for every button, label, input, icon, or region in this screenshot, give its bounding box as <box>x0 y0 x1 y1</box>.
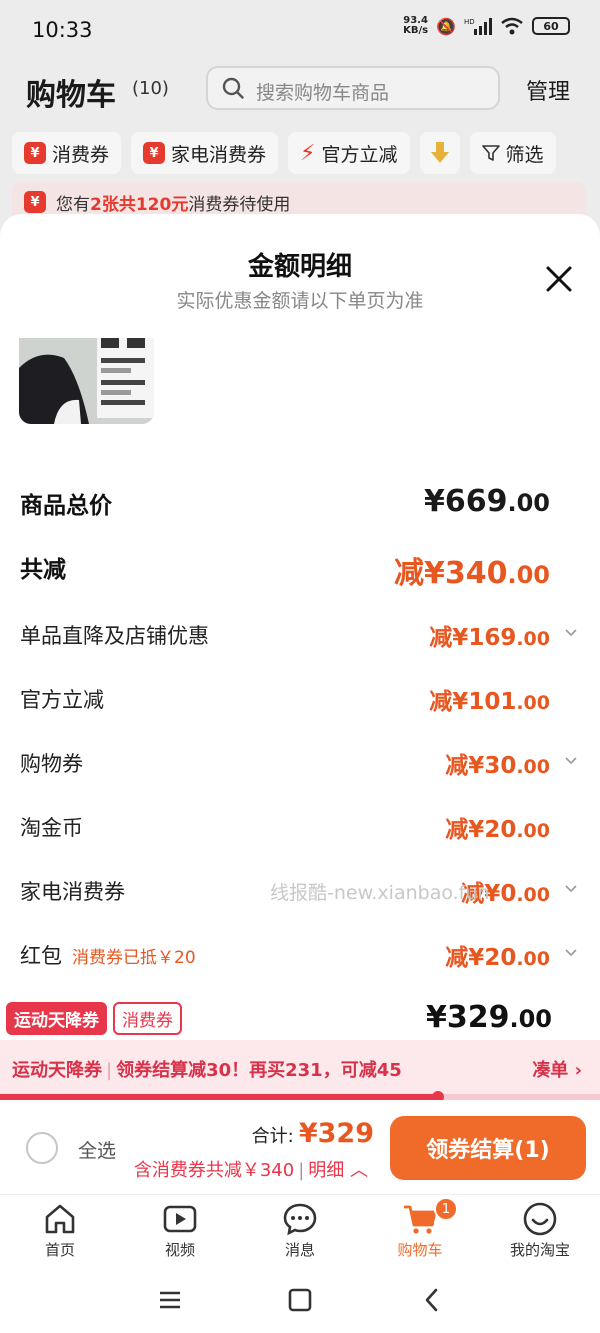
sheet-title: 金额明细 <box>247 252 352 282</box>
search-icon <box>222 77 244 99</box>
status-bar: 10:33 93.4 KB/s 🔕 HD 60 <box>0 0 600 60</box>
checkout-button[interactable]: 领券结算(1) <box>390 1116 586 1180</box>
filter-chip-more[interactable] <box>419 132 460 174</box>
status-icons: 93.4 KB/s 🔕 HD 60 <box>403 16 570 36</box>
amount-detail-sheet: 金额明细 实际优惠金额请以下单页为准 商品总价 ¥669.00 共减 减¥340… <box>0 214 600 1084</box>
checkout-bar: 全选 合计: ¥329 含消费券共减￥340 | 明细 ︿ 领券结算(1) <box>0 1100 600 1194</box>
yen-icon: ¥ <box>24 191 46 213</box>
tab-profile[interactable]: 我的淘宝 <box>480 1195 600 1267</box>
close-icon[interactable] <box>544 264 574 294</box>
cart-icon <box>404 1205 437 1234</box>
signal-icon: HD <box>464 18 492 35</box>
add-on-link[interactable]: 凑单 › <box>532 1056 582 1082</box>
red-packet-note: 消费券已抵￥20 <box>72 948 196 968</box>
promo-tag-sport: 运动天降券 <box>6 1002 107 1035</box>
filter-chip-appliance-coupon[interactable]: ¥ 家电消费券 <box>131 132 279 174</box>
sum-detail[interactable]: 含消费券共减￥340 | 明细 ︿ <box>134 1156 368 1182</box>
row-shopping-coupon[interactable]: 购物券 减¥30.00 <box>20 742 580 782</box>
watermark: 线报酷-new.xianbao.fun <box>270 882 490 904</box>
cart-header: 购物车 (10) 搜索购物车商品 管理 <box>0 62 600 118</box>
home-square-icon[interactable] <box>286 1286 314 1314</box>
select-all-checkbox[interactable] <box>26 1132 58 1164</box>
cart-badge: 1 <box>434 1197 458 1221</box>
search-placeholder: 搜索购物车商品 <box>256 82 390 104</box>
arrow-down-icon <box>430 142 449 163</box>
video-icon <box>163 1205 197 1233</box>
funnel-icon <box>481 145 500 161</box>
row-red-packet[interactable]: 红包 消费券已抵￥20 减¥20.00 <box>20 934 580 974</box>
tab-video[interactable]: 视频 <box>120 1195 240 1267</box>
profile-icon <box>523 1202 557 1236</box>
manage-button[interactable]: 管理 <box>526 74 570 106</box>
message-icon <box>283 1203 317 1236</box>
filter-button[interactable]: 筛选 <box>469 132 556 174</box>
cart-count: (10) <box>132 78 169 99</box>
page-title: 购物车 <box>26 78 116 113</box>
svg-text:HD: HD <box>464 18 475 26</box>
chevron-down-icon[interactable] <box>564 946 578 960</box>
filter-chips: ¥ 消费券 ¥ 家电消费券 ⚡ 官方立减 筛选 <box>12 132 556 176</box>
promo-tags: 运动天降券 消费券 <box>6 1002 182 1035</box>
promo-bar[interactable]: 运动天降券 | 领券结算减30！再买231，可减45 凑单 › <box>0 1040 600 1098</box>
back-icon[interactable] <box>418 1286 446 1314</box>
bolt-icon: ⚡ <box>300 140 316 166</box>
filter-chip-coupon[interactable]: ¥ 消费券 <box>12 132 122 174</box>
final-price: ¥329.00 <box>425 1000 552 1035</box>
total-discount-value: 减¥340.00 <box>393 556 550 591</box>
home-icon <box>45 1204 75 1234</box>
mute-icon: 🔕 <box>436 16 456 36</box>
row-gold-coins: 淘金币 减¥20.00 <box>20 816 550 843</box>
promo-tag-coupon: 消费券 <box>113 1002 182 1035</box>
yen-icon: ¥ <box>24 142 46 164</box>
wifi-icon <box>501 17 523 35</box>
menu-icon[interactable] <box>156 1286 184 1314</box>
filter-chip-official-discount[interactable]: ⚡ 官方立减 <box>288 132 410 174</box>
sum-value: ¥329 <box>298 1118 374 1149</box>
search-input[interactable]: 搜索购物车商品 <box>206 66 500 110</box>
status-time: 10:33 <box>32 18 93 42</box>
select-all-label[interactable]: 全选 <box>78 1136 116 1163</box>
tab-bar: 首页 视频 消息 1 购物车 我的淘宝 <box>0 1194 600 1266</box>
detail-toggle[interactable]: 明细 ︿ <box>308 1160 368 1181</box>
product-thumbnail <box>19 338 154 424</box>
tab-home[interactable]: 首页 <box>0 1195 120 1267</box>
row-official-discount: 官方立减 减¥101.00 <box>20 688 550 715</box>
chevron-down-icon[interactable] <box>564 626 578 640</box>
tab-messages[interactable]: 消息 <box>240 1195 360 1267</box>
sheet-subtitle: 实际优惠金额请以下单页为准 <box>176 290 424 312</box>
tab-cart[interactable]: 1 购物车 <box>360 1195 480 1267</box>
network-speed: 93.4 KB/s <box>403 15 429 36</box>
chevron-down-icon[interactable] <box>564 754 578 768</box>
chevron-down-icon[interactable] <box>564 882 578 896</box>
background-page: 10:33 93.4 KB/s 🔕 HD 60 购物车 (10) 搜索购物车商品… <box>0 0 600 230</box>
battery-icon: 60 <box>532 17 570 35</box>
total-price-value: ¥669.00 <box>423 484 550 519</box>
row-store-discount[interactable]: 单品直降及店铺优惠 减¥169.00 <box>20 614 580 654</box>
system-navigation-bar <box>0 1266 600 1333</box>
row-total-price: 商品总价 ¥669.00 <box>20 484 550 519</box>
sum-line: 合计: ¥329 <box>251 1118 374 1149</box>
row-total-discount: 共减 减¥340.00 <box>20 548 580 591</box>
yen-icon: ¥ <box>143 142 166 164</box>
